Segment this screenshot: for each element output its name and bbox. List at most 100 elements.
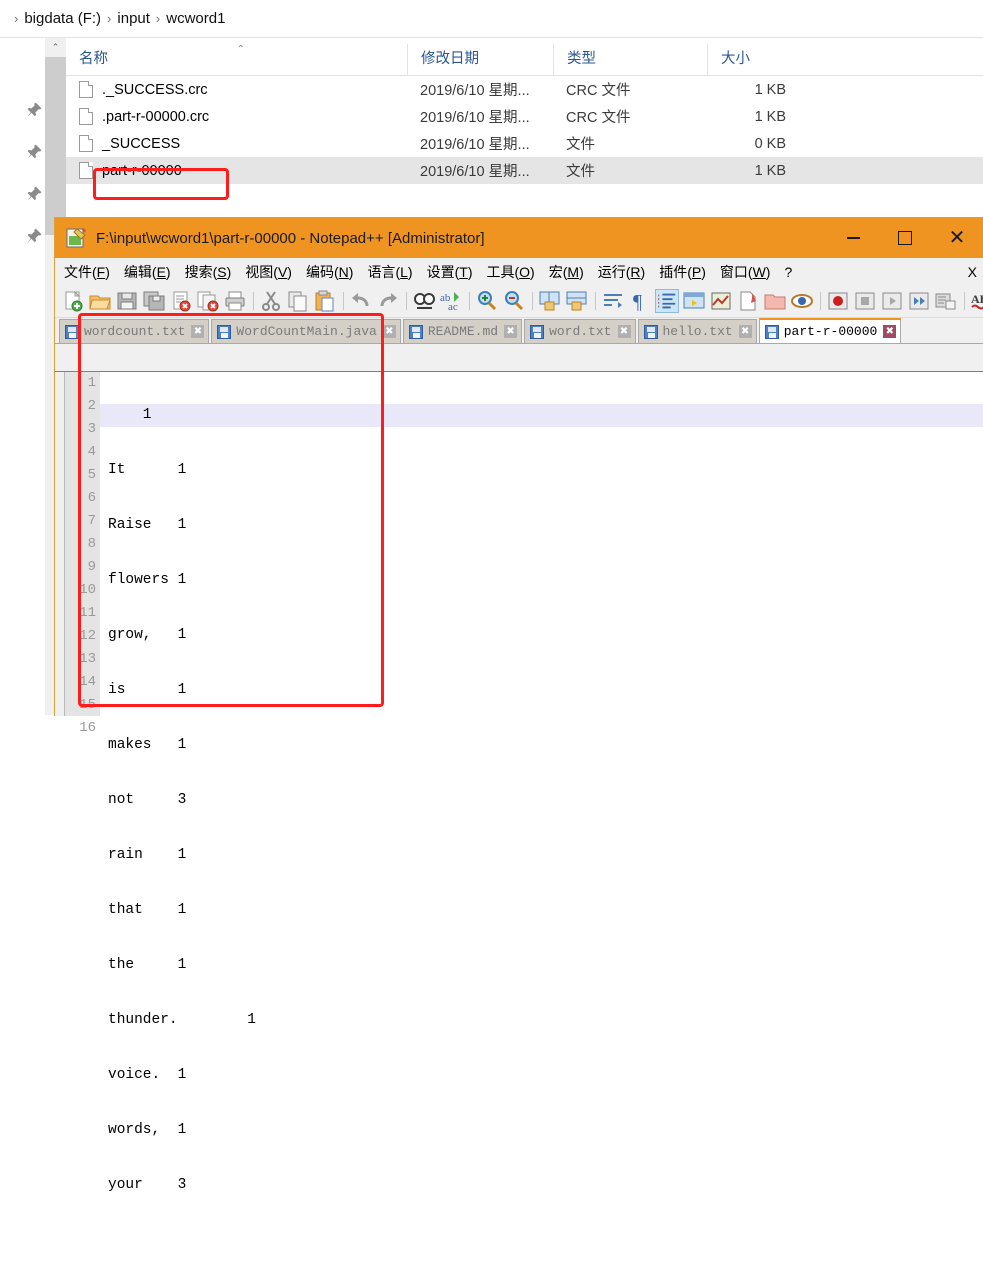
table-row-selected[interactable]: part-r-00000 2019/6/10 星期... 文件 1 KB bbox=[66, 157, 983, 184]
menu-item-window[interactable]: 窗口(W) bbox=[720, 262, 771, 282]
breadcrumb-item-drive[interactable]: bigdata (F:) bbox=[24, 10, 101, 27]
scroll-up-icon[interactable]: ⌃ bbox=[45, 38, 66, 57]
column-header-size[interactable]: 大小 bbox=[707, 44, 808, 75]
sync-horizontal-scroll-icon[interactable] bbox=[565, 289, 589, 313]
close-all-files-icon[interactable] bbox=[196, 289, 220, 313]
editor-line[interactable]: flowers 1 bbox=[100, 569, 983, 592]
editor-text[interactable]: 1 It 1 Raise 1 flowers 1 grow, 1 is 1 ma… bbox=[100, 372, 983, 1193]
close-document-button[interactable]: X bbox=[968, 264, 977, 280]
menu-item-language[interactable]: 语言(L) bbox=[367, 262, 412, 282]
menu-item-tools[interactable]: 工具(O) bbox=[486, 262, 534, 282]
minimize-button[interactable] bbox=[827, 218, 879, 258]
play-macro-icon[interactable] bbox=[880, 289, 904, 313]
show-all-chars-icon[interactable]: ¶ bbox=[628, 289, 652, 313]
close-button[interactable]: ✕ bbox=[931, 218, 983, 258]
close-icon[interactable]: ✖ bbox=[382, 325, 396, 338]
editor-line[interactable]: makes 1 bbox=[100, 734, 983, 757]
close-icon[interactable]: ✖ bbox=[617, 325, 631, 338]
table-row[interactable]: _SUCCESS 2019/6/10 星期... 文件 0 KB bbox=[66, 130, 983, 157]
menu-item-view[interactable]: 视图(V) bbox=[245, 262, 292, 282]
editor-line[interactable] bbox=[100, 1229, 983, 1252]
menu-item-help[interactable]: ? bbox=[784, 264, 792, 280]
notepadpp-titlebar[interactable]: F:\input\wcword1\part-r-00000 - Notepad+… bbox=[55, 218, 983, 258]
menu-item-run[interactable]: 运行(R) bbox=[598, 262, 645, 282]
menu-item-plugins[interactable]: 插件(P) bbox=[659, 262, 706, 282]
editor-line[interactable]: is 1 bbox=[100, 679, 983, 702]
tab-hello-txt[interactable]: hello.txt ✖ bbox=[637, 319, 757, 343]
table-row[interactable]: .part-r-00000.crc 2019/6/10 星期... CRC 文件… bbox=[66, 103, 983, 130]
new-file-icon[interactable] bbox=[61, 289, 85, 313]
tab-wordcount-txt[interactable]: wordcount.txt ✖ bbox=[59, 319, 210, 343]
open-file-icon[interactable] bbox=[88, 289, 112, 313]
editor-line[interactable]: the 1 bbox=[100, 954, 983, 977]
breadcrumb[interactable]: › bigdata (F:) › input › wcword1 bbox=[0, 0, 983, 38]
tab-wordcountmain-java[interactable]: WordCountMain.java ✖ bbox=[211, 319, 401, 343]
monitoring-icon[interactable] bbox=[790, 289, 814, 313]
editor-line[interactable]: not 3 bbox=[100, 789, 983, 812]
menu-item-edit[interactable]: 编辑(E) bbox=[124, 262, 171, 282]
close-icon[interactable]: ✖ bbox=[738, 325, 752, 338]
menu-item-encoding[interactable]: 编码(N) bbox=[306, 262, 353, 282]
editor-line[interactable]: It 1 bbox=[100, 459, 983, 482]
column-header-date[interactable]: 修改日期 bbox=[407, 44, 553, 75]
scrollbar-thumb[interactable] bbox=[45, 57, 66, 235]
undo-icon[interactable] bbox=[349, 289, 373, 313]
folder-as-workspace-icon[interactable] bbox=[763, 289, 787, 313]
breadcrumb-item-input[interactable]: input bbox=[117, 10, 150, 27]
user-define-dialog-icon[interactable] bbox=[682, 289, 706, 313]
editor-line[interactable]: thunder. 1 bbox=[100, 1009, 983, 1032]
editor-line[interactable]: rain 1 bbox=[100, 844, 983, 867]
breadcrumb-item-wcword1[interactable]: wcword1 bbox=[166, 10, 225, 27]
editor-line[interactable]: voice. 1 bbox=[100, 1064, 983, 1087]
menu-item-file[interactable]: 文件(F) bbox=[64, 262, 110, 282]
copy-icon[interactable] bbox=[286, 289, 310, 313]
sync-vertical-scroll-icon[interactable] bbox=[538, 289, 562, 313]
pin-icon[interactable] bbox=[24, 100, 44, 120]
word-wrap-icon[interactable] bbox=[601, 289, 625, 313]
editor-line[interactable]: Raise 1 bbox=[100, 514, 983, 537]
menu-item-macro[interactable]: 宏(M) bbox=[549, 262, 584, 282]
editor-line[interactable]: that 1 bbox=[100, 899, 983, 922]
close-icon[interactable]: ✖ bbox=[191, 325, 205, 338]
cut-icon[interactable] bbox=[259, 289, 283, 313]
close-icon[interactable]: ✖ bbox=[504, 325, 518, 338]
find-icon[interactable] bbox=[412, 289, 436, 313]
stop-record-icon[interactable] bbox=[853, 289, 877, 313]
zoom-in-icon[interactable] bbox=[475, 289, 499, 313]
menu-item-settings[interactable]: 设置(T) bbox=[427, 262, 473, 282]
maximize-button[interactable] bbox=[879, 218, 931, 258]
save-all-icon[interactable] bbox=[142, 289, 166, 313]
editor-line[interactable]: 1 bbox=[100, 404, 983, 427]
tab-word-txt[interactable]: word.txt ✖ bbox=[524, 319, 636, 343]
spellcheck-icon[interactable]: ABC bbox=[970, 289, 983, 313]
run-macro-multiple-icon[interactable] bbox=[907, 289, 931, 313]
editor-line[interactable]: grow, 1 bbox=[100, 624, 983, 647]
replace-icon[interactable]: ab ac bbox=[439, 289, 463, 313]
editor-bookmark-margin[interactable] bbox=[55, 372, 65, 716]
pin-icon[interactable] bbox=[24, 142, 44, 162]
close-icon[interactable]: ✖ bbox=[883, 325, 897, 338]
tab-part-r-00000[interactable]: part-r-00000 ✖ bbox=[758, 318, 902, 343]
paste-icon[interactable] bbox=[313, 289, 337, 313]
save-icon[interactable] bbox=[115, 289, 139, 313]
print-icon[interactable] bbox=[223, 289, 247, 313]
editor-line[interactable]: words, 1 bbox=[100, 1119, 983, 1142]
pin-icon[interactable] bbox=[24, 184, 44, 204]
close-file-icon[interactable] bbox=[169, 289, 193, 313]
column-header-label: 修改日期 bbox=[421, 51, 479, 67]
redo-icon[interactable] bbox=[376, 289, 400, 313]
menu-item-search[interactable]: 搜索(S) bbox=[185, 262, 232, 282]
record-macro-icon[interactable] bbox=[826, 289, 850, 313]
table-row[interactable]: ._SUCCESS.crc 2019/6/10 星期... CRC 文件 1 K… bbox=[66, 76, 983, 103]
zoom-out-icon[interactable] bbox=[502, 289, 526, 313]
column-header-type[interactable]: 类型 bbox=[553, 44, 707, 75]
column-header-name[interactable]: ⌃ 名称 bbox=[66, 44, 407, 75]
tab-readme-md[interactable]: README.md ✖ bbox=[402, 319, 523, 343]
indent-guide-icon[interactable] bbox=[655, 289, 679, 313]
document-list-icon[interactable] bbox=[736, 289, 760, 313]
editor-area[interactable]: 1 2 3 4 5 6 7 8 9 10 11 12 13 14 15 16 1… bbox=[55, 371, 983, 1193]
pin-icon[interactable] bbox=[24, 226, 44, 246]
editor-line[interactable]: your 3 bbox=[100, 1174, 983, 1197]
show-map-icon[interactable] bbox=[709, 289, 733, 313]
save-macro-icon[interactable] bbox=[934, 289, 958, 313]
